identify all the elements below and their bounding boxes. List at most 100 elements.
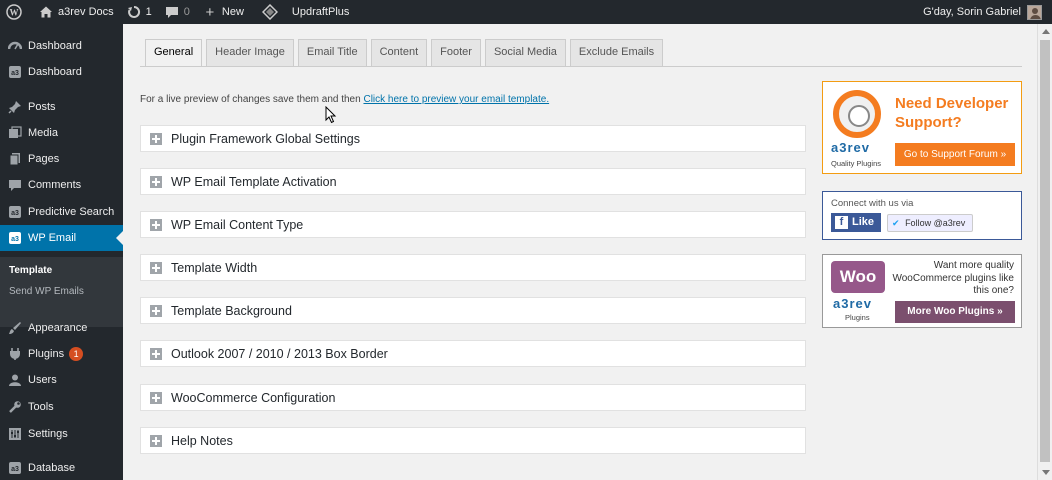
comments-count: 0: [183, 6, 190, 18]
new-content-link[interactable]: + New: [196, 0, 250, 24]
site-name-link[interactable]: a3rev Docs: [32, 0, 120, 24]
more-woo-plugins-button[interactable]: More Woo Plugins »: [895, 301, 1015, 323]
greeting: G'day, Sorin Gabriel: [923, 6, 1021, 18]
sidebar-item-predictive-search[interactable]: a3 Predictive Search: [0, 199, 123, 225]
connect-label: Connect with us via: [831, 198, 914, 209]
expand-icon: [150, 132, 162, 145]
panel-title: Plugin Framework Global Settings: [171, 131, 360, 146]
scroll-up-icon[interactable]: [1042, 29, 1050, 34]
support-headline: Need Developer Support?: [895, 94, 1008, 132]
panel-template-background[interactable]: Template Background: [140, 297, 806, 324]
sidebar-item-label: Predictive Search: [28, 206, 115, 218]
sidebar-item-label: Dashboard: [28, 66, 82, 78]
tab-email-title[interactable]: Email Title: [297, 39, 367, 66]
panel-title: WP Email Template Activation: [171, 174, 337, 189]
sidebar-item-label: Comments: [28, 179, 82, 191]
submenu-item-template[interactable]: Template: [9, 265, 52, 276]
media-icon: [7, 126, 22, 141]
tab-footer[interactable]: Footer: [431, 39, 481, 66]
sidebar-item-users[interactable]: Users: [0, 367, 123, 393]
sidebar-item-appearance[interactable]: Appearance: [0, 315, 123, 341]
expand-icon: [150, 218, 162, 231]
panel-title: Outlook 2007 / 2010 / 2013 Box Border: [171, 346, 388, 361]
sidebar-item-comments[interactable]: Comments: [0, 172, 123, 198]
social-widget: Connect with us via f Like ✔ Follow @a3r…: [822, 191, 1022, 240]
svg-text:a3: a3: [11, 70, 19, 77]
svg-text:W: W: [10, 8, 19, 18]
developer-support-widget: a3rev Quality Plugins Need Developer Sup…: [822, 81, 1022, 174]
expand-icon: [150, 391, 162, 404]
tab-exclude-emails[interactable]: Exclude Emails: [569, 39, 664, 66]
comment-icon: [164, 4, 180, 20]
wrench-icon: [7, 400, 22, 415]
sidebar-item-media[interactable]: Media: [0, 120, 123, 146]
updraftplus-link[interactable]: UpdraftPlus: [256, 0, 355, 24]
tab-social-media[interactable]: Social Media: [484, 39, 566, 66]
sidebar-item-tools[interactable]: Tools: [0, 394, 123, 420]
a3-icon: a3: [7, 205, 22, 220]
speedometer-icon: [7, 39, 22, 54]
sidebar-item-database[interactable]: a3 Database: [0, 455, 123, 480]
tab-content[interactable]: Content: [370, 39, 428, 66]
comments-icon: [7, 178, 22, 193]
scroll-down-icon[interactable]: [1042, 470, 1050, 475]
facebook-icon: f: [835, 216, 848, 229]
panel-title: Help Notes: [171, 433, 233, 448]
home-icon: [38, 4, 54, 20]
new-label: New: [221, 6, 244, 18]
panel-wp-email-content-type[interactable]: WP Email Content Type: [140, 211, 806, 238]
panel-plugin-framework-global-settings[interactable]: Plugin Framework Global Settings: [140, 125, 806, 152]
updraftplus-icon: [261, 4, 278, 20]
svg-text:a3: a3: [11, 236, 19, 243]
a3rev-logo-tagline: Quality Plugins: [831, 159, 882, 168]
sidebar-item-wp-email[interactable]: a3 WP Email: [0, 225, 123, 251]
preview-email-link[interactable]: Click here to preview your email templat…: [363, 94, 549, 105]
panel-wp-email-template-activation[interactable]: WP Email Template Activation: [140, 168, 806, 195]
follow-label: Follow @a3rev: [905, 218, 966, 228]
expand-icon: [150, 261, 162, 274]
panel-outlook-box-border[interactable]: Outlook 2007 / 2010 / 2013 Box Border: [140, 340, 806, 367]
sidebar-item-plugins[interactable]: Plugins 1: [0, 341, 123, 367]
panel-help-notes[interactable]: Help Notes: [140, 427, 806, 454]
twitter-follow-button[interactable]: ✔ Follow @a3rev: [887, 214, 973, 232]
expand-icon: [150, 434, 162, 447]
sidebar-item-label: Settings: [28, 428, 68, 440]
updates-link[interactable]: 1: [120, 0, 158, 24]
mouse-cursor-icon: [325, 106, 337, 124]
wordpress-icon: W: [6, 4, 22, 20]
tab-header-image[interactable]: Header Image: [206, 39, 294, 66]
scrollbar-thumb[interactable]: [1040, 40, 1050, 462]
submenu-item-send-wp-emails[interactable]: Send WP Emails: [9, 286, 84, 297]
expand-icon: [150, 175, 162, 188]
panel-woocommerce-configuration[interactable]: WooCommerce Configuration: [140, 384, 806, 411]
page-scrollbar[interactable]: [1037, 24, 1052, 480]
svg-text:a3: a3: [11, 466, 19, 473]
support-headline-line2: Support?: [895, 114, 962, 131]
sidebar-item-posts[interactable]: Posts: [0, 94, 123, 120]
a3rev-logo: a3rev: [833, 296, 872, 311]
tabs-divider: [140, 66, 1022, 67]
sidebar-item-a3-dashboard[interactable]: a3 Dashboard: [0, 59, 123, 85]
sidebar-item-pages[interactable]: Pages: [0, 146, 123, 172]
facebook-like-button[interactable]: f Like: [831, 213, 881, 232]
comments-link[interactable]: 0: [158, 0, 196, 24]
panel-template-width[interactable]: Template Width: [140, 254, 806, 281]
support-headline-line1: Need Developer: [895, 95, 1009, 112]
support-forum-button[interactable]: Go to Support Forum »: [895, 143, 1015, 166]
my-account[interactable]: G'day, Sorin Gabriel: [923, 4, 1052, 20]
sidebar-item-label: Appearance: [28, 322, 88, 334]
sidebar-item-label: Pages: [28, 153, 60, 165]
lifebuoy-icon: [833, 90, 881, 138]
pages-icon: [7, 152, 22, 167]
twitter-icon: ✔: [892, 218, 900, 228]
wordpress-logo[interactable]: W: [0, 0, 32, 24]
settings-tabs: General Header Image Email Title Content…: [145, 39, 667, 66]
settings-icon: [7, 427, 22, 442]
sidebar-item-settings[interactable]: Settings: [0, 421, 123, 447]
tab-general[interactable]: General: [145, 39, 203, 66]
plugins-update-badge: 1: [69, 347, 84, 361]
panel-title: Template Background: [171, 303, 292, 318]
sidebar-item-dashboard[interactable]: Dashboard: [0, 33, 123, 59]
expand-icon: [150, 347, 162, 360]
site-name: a3rev Docs: [58, 6, 114, 18]
